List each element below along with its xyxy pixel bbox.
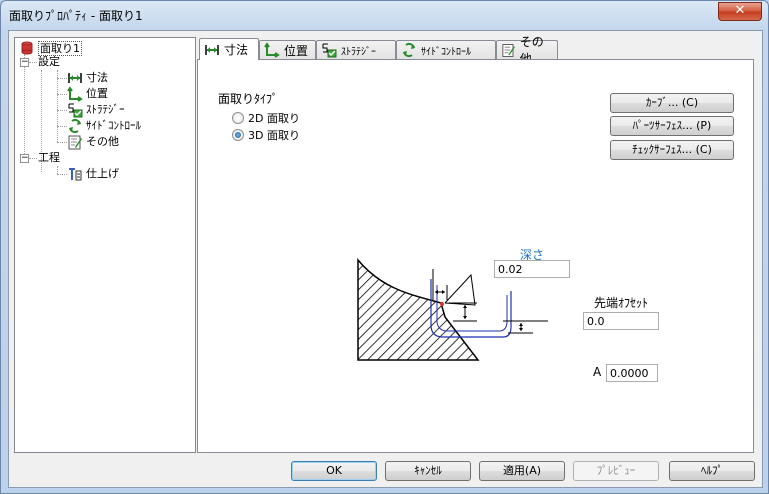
- side-control-icon: [403, 42, 415, 58]
- expander-settings[interactable]: −: [20, 58, 29, 67]
- tip-offset-input[interactable]: [583, 312, 659, 330]
- property-tree: 面取り1 − 設定 寸法 位置 ｽﾄﾗﾃｼﾞｰ ｻｲﾄﾞｺﾝﾄﾛｰﾙ その他 −…: [14, 37, 196, 453]
- ok-button[interactable]: OK: [291, 461, 377, 481]
- tab-label: ｽﾄﾗﾃｼﾞｰ: [341, 46, 376, 58]
- angle-a-input[interactable]: [606, 364, 658, 382]
- other-icon: [502, 44, 515, 57]
- chamfer-feature-icon: [21, 41, 33, 55]
- position-icon: [264, 42, 280, 58]
- curve-button[interactable]: ｶｰﾌﾞ... (C): [610, 93, 734, 113]
- dimension-icon: [68, 73, 82, 83]
- chamfer-type-label: 面取りﾀｲﾌﾟ: [218, 92, 279, 106]
- radio-3d-circle[interactable]: [232, 129, 244, 141]
- tree-item-label: 寸法: [86, 71, 108, 84]
- tip-marker: [440, 302, 444, 306]
- tree-item-label: その他: [86, 135, 119, 148]
- tree-item-label: 位置: [86, 87, 108, 100]
- tab-dimension[interactable]: 寸法: [199, 38, 259, 60]
- dimension-tab-panel: 面取りﾀｲﾌﾟ 2D 面取り 3D 面取り ｶｰﾌﾞ... (C) ﾊﾟｰﾂｻｰ…: [197, 59, 754, 453]
- tree-item-label: 工程: [38, 151, 60, 164]
- finish-icon: [69, 168, 82, 181]
- workpiece-section: [357, 257, 480, 361]
- tab-position[interactable]: 位置: [259, 40, 316, 59]
- help-button[interactable]: ﾍﾙﾌﾟ: [669, 461, 755, 481]
- dialog-window: 面取りﾌﾟﾛﾊﾟﾃｨ - 面取り1 ✕ 面取り1 − 設定 寸法 位置 ｽﾄﾗﾃ…: [0, 0, 769, 494]
- apply-button[interactable]: 適用(A): [479, 461, 565, 481]
- tab-other[interactable]: その他: [496, 35, 558, 66]
- tab-label: 位置: [284, 43, 309, 58]
- dimension-icon: [205, 44, 219, 55]
- tree-item-settings[interactable]: 設定: [35, 54, 60, 70]
- strategy-icon: [68, 103, 83, 118]
- tab-label: 寸法: [224, 43, 249, 57]
- tree-item-finish[interactable]: 仕上げ: [67, 166, 119, 182]
- radio-2d-label: 2D 面取り: [248, 112, 300, 125]
- tree-item-label: 仕上げ: [86, 167, 119, 180]
- cancel-button[interactable]: ｷｬﾝｾﾙ: [385, 461, 471, 481]
- tree-item-label: ｻｲﾄﾞｺﾝﾄﾛｰﾙ: [86, 119, 141, 132]
- parts-surface-button[interactable]: ﾊﾟｰﾂｻｰﾌｪｽ... (P): [610, 116, 734, 136]
- tab-side-control[interactable]: ｻｲﾄﾞｺﾝﾄﾛｰﾙ: [396, 40, 496, 59]
- strategy-icon: [322, 43, 337, 58]
- tree-item-position[interactable]: 位置: [67, 86, 108, 102]
- tab-label: ｻｲﾄﾞｺﾝﾄﾛｰﾙ: [421, 46, 471, 58]
- depth-input[interactable]: [494, 260, 570, 278]
- other-icon: [68, 135, 82, 150]
- radio-2d-circle[interactable]: [232, 112, 244, 124]
- radio-3d-chamfer[interactable]: 3D 面取り: [232, 127, 300, 143]
- tab-strategy[interactable]: ｽﾄﾗﾃｼﾞｰ: [316, 40, 396, 59]
- tree-item-side-control[interactable]: ｻｲﾄﾞｺﾝﾄﾛｰﾙ: [67, 118, 141, 134]
- tree-item-label: 設定: [38, 55, 60, 68]
- angle-a-label: A: [593, 365, 602, 379]
- preview-button[interactable]: ﾌﾟﾚﾋﾞｭｰ: [573, 461, 659, 481]
- radio-3d-label: 3D 面取り: [248, 129, 300, 142]
- expander-process[interactable]: −: [20, 154, 29, 163]
- position-icon: [67, 86, 83, 102]
- tree-item-process[interactable]: 工程: [35, 150, 60, 166]
- title-bar[interactable]: 面取りﾌﾟﾛﾊﾟﾃｨ - 面取り1 ✕: [1, 1, 768, 29]
- tree-item-strategy[interactable]: ｽﾄﾗﾃｼﾞｰ: [67, 102, 125, 118]
- radio-2d-chamfer[interactable]: 2D 面取り: [232, 110, 300, 126]
- side-control-icon: [69, 118, 81, 134]
- tree-item-label: ｽﾄﾗﾃｼﾞｰ: [86, 103, 125, 116]
- dialog-client-area: 面取り1 − 設定 寸法 位置 ｽﾄﾗﾃｼﾞｰ ｻｲﾄﾞｺﾝﾄﾛｰﾙ その他 −…: [8, 30, 763, 488]
- tree-item-other[interactable]: その他: [67, 134, 119, 150]
- tree-item-dimension[interactable]: 寸法: [67, 70, 108, 86]
- close-button[interactable]: ✕: [718, 2, 762, 21]
- tip-offset-label: 先端ｵﾌｾｯﾄ: [594, 296, 649, 310]
- check-surface-button[interactable]: ﾁｪｯｸｻｰﾌｪｽ... (C): [610, 140, 734, 160]
- window-title: 面取りﾌﾟﾛﾊﾟﾃｨ - 面取り1: [9, 9, 143, 23]
